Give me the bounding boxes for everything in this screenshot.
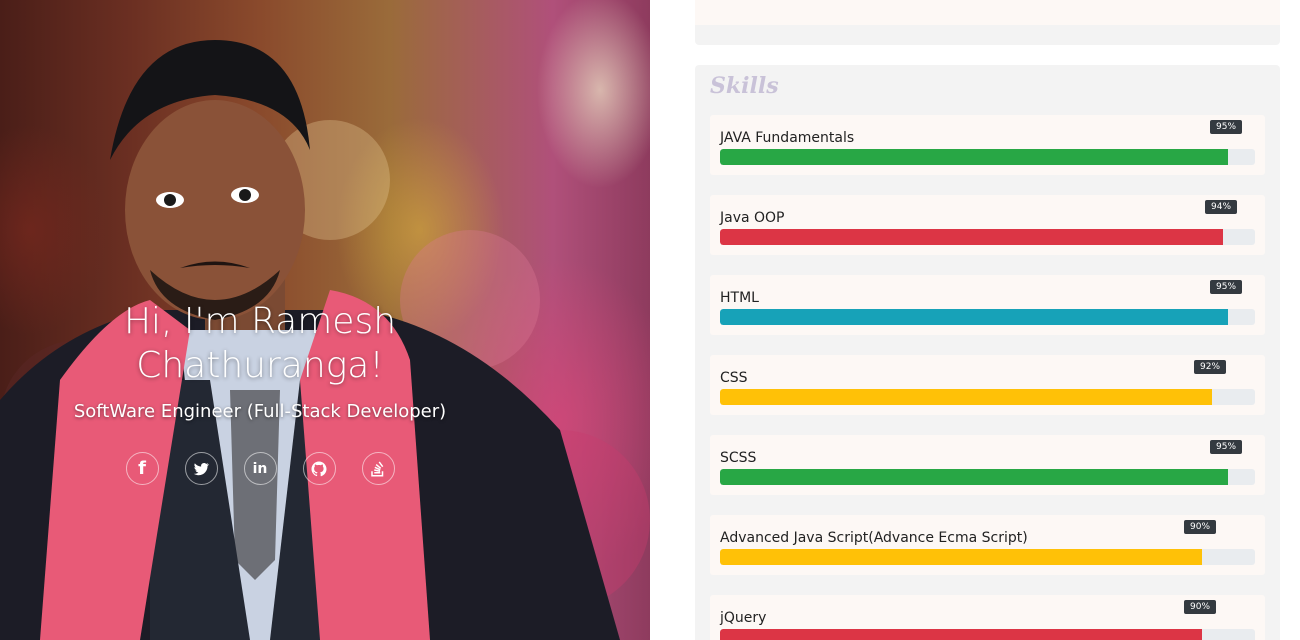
- hero-subtitle: SoftWare Engineer (Full-Stack Developer): [73, 401, 447, 422]
- skill-progress-bar: [720, 309, 1255, 325]
- skill-item: Java OOP 94%: [710, 195, 1265, 255]
- skill-percent-badge: 95%: [1210, 120, 1243, 134]
- skill-name: HTML: [720, 290, 759, 306]
- skill-progress-bar: [720, 149, 1255, 165]
- skill-progress-fill: [720, 309, 1228, 325]
- skill-progress-bar: [720, 549, 1255, 565]
- skill-progress-fill: [720, 389, 1212, 405]
- skills-heading: Skills: [710, 73, 779, 99]
- skill-name: JAVA Fundamentals: [720, 130, 855, 146]
- skill-item: HTML 95%: [710, 275, 1265, 335]
- content-panel: Skills JAVA Fundamentals 95% Java OOP 94% HT…: [650, 0, 1300, 640]
- skill-progress-fill: [720, 549, 1202, 565]
- skill-progress-bar: [720, 229, 1255, 245]
- skills-card: Skills JAVA Fundamentals 95% Java OOP 94% HT…: [695, 65, 1280, 640]
- previous-card-body: [695, 0, 1280, 25]
- skill-name: Java OOP: [720, 210, 785, 226]
- skill-percent-badge: 92%: [1194, 360, 1227, 374]
- facebook-icon: f: [138, 458, 146, 479]
- skill-percent-badge: 95%: [1210, 440, 1243, 454]
- twitter-icon: [193, 462, 210, 475]
- skill-name: Advanced Java Script(Advance Ecma Script…: [720, 530, 1028, 546]
- previous-card: [695, 0, 1280, 45]
- skill-percent-badge: 90%: [1184, 600, 1217, 614]
- skill-item: JAVA Fundamentals 95%: [710, 115, 1265, 175]
- skill-percent-badge: 90%: [1184, 520, 1217, 534]
- skill-percent-badge: 95%: [1210, 280, 1243, 294]
- skill-percent-badge: 94%: [1205, 200, 1238, 214]
- skill-progress-bar: [720, 389, 1255, 405]
- skill-name: CSS: [720, 370, 748, 386]
- social-links: f in: [40, 452, 480, 485]
- skill-progress-fill: [720, 629, 1202, 640]
- stackoverflow-link[interactable]: [361, 452, 395, 485]
- github-link[interactable]: [302, 452, 336, 485]
- hero-section: Hi, I'm Ramesh Chathuranga! SoftWare Eng…: [0, 0, 650, 640]
- linkedin-icon: in: [252, 460, 268, 477]
- skill-progress-bar: [720, 629, 1255, 640]
- facebook-link[interactable]: f: [125, 452, 159, 485]
- skill-item: Advanced Java Script(Advance Ecma Script…: [710, 515, 1265, 575]
- skill-item: CSS 92%: [710, 355, 1265, 415]
- linkedin-link[interactable]: in: [243, 452, 277, 485]
- skill-name: SCSS: [720, 450, 757, 466]
- skill-item: SCSS 95%: [710, 435, 1265, 495]
- hero-text-block: Hi, I'm Ramesh Chathuranga! SoftWare Eng…: [40, 300, 480, 485]
- skill-progress-fill: [720, 229, 1223, 245]
- skill-progress-fill: [720, 149, 1228, 165]
- skill-name: jQuery: [720, 610, 767, 626]
- github-icon: [311, 461, 327, 476]
- skill-progress-fill: [720, 469, 1228, 485]
- skill-item: jQuery 90%: [710, 595, 1265, 640]
- twitter-link[interactable]: [184, 452, 218, 485]
- skill-progress-bar: [720, 469, 1255, 485]
- hero-title: Hi, I'm Ramesh Chathuranga!: [123, 301, 397, 386]
- stackoverflow-icon: [371, 461, 384, 476]
